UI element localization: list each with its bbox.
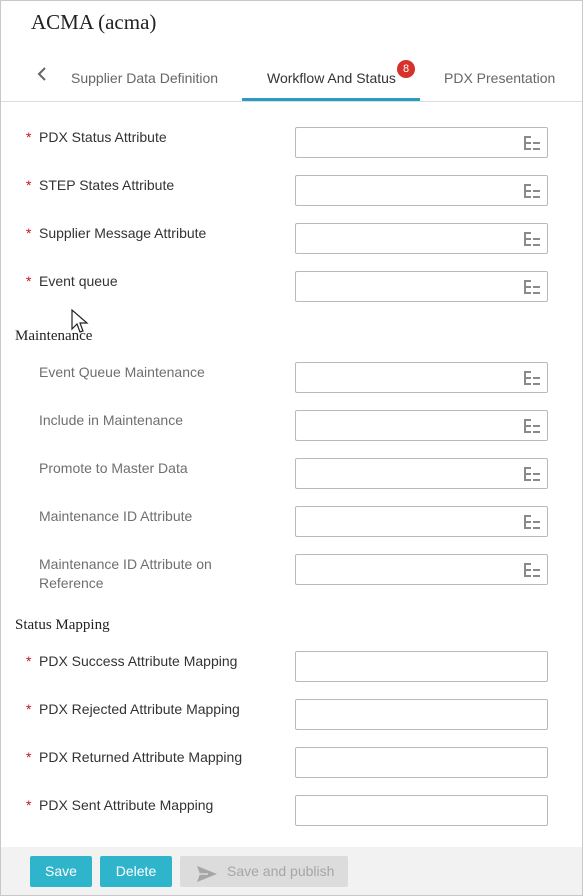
event-queue-maintenance-field[interactable] <box>295 362 548 393</box>
save-and-publish-button[interactable]: Save and publish <box>180 856 348 887</box>
save-and-publish-label: Save and publish <box>227 863 335 879</box>
field-label: STEP States Attribute <box>39 177 175 193</box>
field-label: PDX Success Attribute Mapping <box>39 653 238 669</box>
tree-picker-icon[interactable] <box>523 135 541 151</box>
save-button[interactable]: Save <box>30 856 92 887</box>
field-label: PDX Rejected Attribute Mapping <box>39 701 240 717</box>
page-title: ACMA (acma) <box>31 10 157 34</box>
event-queue-field[interactable] <box>295 271 548 302</box>
active-tab-indicator <box>242 98 420 101</box>
pdx-success-attribute-mapping-field[interactable] <box>295 651 548 682</box>
tab-workflow-and-status[interactable]: Workflow And Status <box>267 70 396 86</box>
pdx-rejected-attribute-mapping-field[interactable] <box>295 699 548 730</box>
pdx-returned-attribute-mapping-field[interactable] <box>295 747 548 778</box>
delete-button[interactable]: Delete <box>100 856 172 887</box>
supplier-message-attribute-field[interactable] <box>295 223 548 254</box>
required-marker: * <box>26 701 32 717</box>
pdx-sent-attribute-mapping-field[interactable] <box>295 795 548 826</box>
field-label: Maintenance ID Attribute on Reference <box>39 556 212 591</box>
tab-badge: 8 <box>397 60 415 78</box>
field-label: Maintenance ID Attribute <box>39 508 193 524</box>
include-in-maintenance-field[interactable] <box>295 410 548 441</box>
tab-pdx-presentation[interactable]: PDX Presentation <box>444 70 555 86</box>
action-footer: Save Delete Save and publish <box>1 847 582 895</box>
field-label: PDX Returned Attribute Mapping <box>39 749 243 765</box>
required-marker: * <box>26 797 32 813</box>
field-label: Promote to Master Data <box>39 460 188 476</box>
required-marker: * <box>26 129 32 145</box>
tree-picker-icon[interactable] <box>523 418 541 434</box>
tree-picker-icon[interactable] <box>523 370 541 386</box>
tree-picker-icon[interactable] <box>523 562 541 578</box>
send-icon <box>196 863 218 894</box>
editor-panel: ACMA (acma) Supplier Data Definition Wor… <box>0 0 583 896</box>
field-label: Event queue <box>39 273 118 289</box>
field-label: PDX Sent Attribute Mapping <box>39 797 214 813</box>
tree-picker-icon[interactable] <box>523 231 541 247</box>
maintenance-id-attribute-field[interactable] <box>295 506 548 537</box>
step-states-attribute-field[interactable] <box>295 175 548 206</box>
required-marker: * <box>26 177 32 193</box>
tree-picker-icon[interactable] <box>523 279 541 295</box>
maintenance-id-attribute-on-reference-field[interactable] <box>295 554 548 585</box>
required-marker: * <box>26 749 32 765</box>
tree-picker-icon[interactable] <box>523 466 541 482</box>
status-mapping-section-title: Status Mapping <box>15 617 110 633</box>
required-marker: * <box>26 225 32 241</box>
field-label: Include in Maintenance <box>39 412 183 428</box>
chevron-left-icon[interactable] <box>35 65 51 83</box>
tab-bar: Supplier Data Definition Workflow And St… <box>1 57 582 102</box>
mouse-cursor-icon <box>71 308 91 340</box>
tab-supplier-data-definition[interactable]: Supplier Data Definition <box>71 70 218 86</box>
pdx-status-attribute-field[interactable] <box>295 127 548 158</box>
promote-to-master-data-field[interactable] <box>295 458 548 489</box>
required-marker: * <box>26 653 32 669</box>
field-label: PDX Status Attribute <box>39 129 167 145</box>
tree-picker-icon[interactable] <box>523 183 541 199</box>
field-label: Supplier Message Attribute <box>39 225 207 241</box>
tree-picker-icon[interactable] <box>523 514 541 530</box>
field-label: Event Queue Maintenance <box>39 364 205 380</box>
required-marker: * <box>26 273 32 289</box>
